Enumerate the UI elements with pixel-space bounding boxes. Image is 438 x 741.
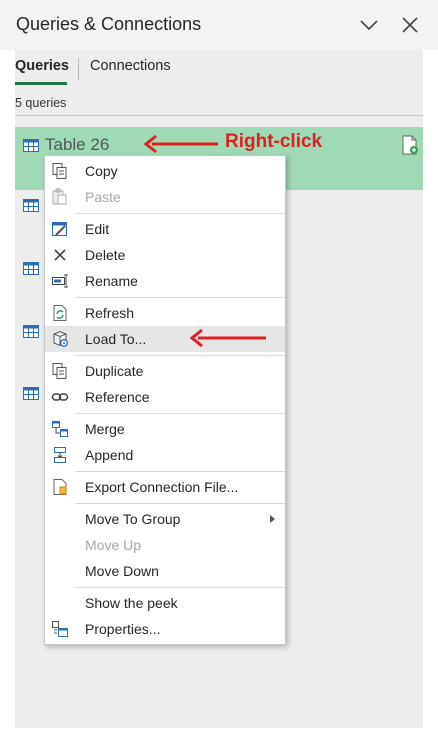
menu-item-label: Reference	[85, 389, 150, 405]
menu-item-show-the-peek[interactable]: Show the peek	[45, 590, 285, 616]
menu-separator	[75, 297, 285, 298]
context-menu: Copy Paste Edit Delete Rename Refresh Lo…	[44, 155, 286, 645]
submenu-arrow-icon	[270, 515, 275, 523]
annotation-right-click: Right-click	[225, 131, 323, 152]
tab-divider	[78, 58, 79, 80]
menu-item-label: Append	[85, 447, 134, 463]
query-name: Table 26	[45, 135, 110, 154]
annotation-arrow-icon	[189, 328, 266, 348]
menu-item-reference[interactable]: Reference	[45, 384, 285, 410]
menu-item-append[interactable]: Append	[45, 442, 285, 468]
menu-item-refresh[interactable]: Refresh	[45, 300, 285, 326]
active-tab-indicator	[15, 82, 67, 85]
menu-separator	[75, 587, 285, 588]
menu-item-label: Refresh	[85, 305, 135, 321]
table-icon[interactable]	[23, 325, 39, 338]
edit-icon	[52, 222, 67, 236]
divider	[15, 115, 423, 116]
menu-item-label: Copy	[85, 163, 118, 179]
menu-item-label: Load To...	[85, 331, 147, 347]
table-icon[interactable]	[23, 387, 39, 400]
chevron-down-icon[interactable]	[356, 12, 382, 38]
menu-item-copy[interactable]: Copy	[45, 158, 285, 184]
menu-separator	[75, 471, 285, 472]
menu-item-edit[interactable]: Edit	[45, 216, 285, 242]
table-icon[interactable]	[23, 199, 39, 212]
menu-item-label: Paste	[85, 189, 121, 205]
menu-item-label: Move Down	[85, 563, 159, 579]
properties-icon	[52, 621, 68, 637]
reference-icon	[51, 393, 69, 401]
menu-item-move-down[interactable]: Move Down	[45, 558, 285, 584]
menu-item-label: Edit	[85, 221, 110, 237]
query-count: 5 queries	[15, 96, 67, 110]
connection-file-icon	[402, 135, 418, 155]
paste-icon	[52, 188, 67, 205]
copy-icon	[52, 163, 67, 179]
menu-separator	[75, 503, 285, 504]
menu-item-move-up[interactable]: Move Up	[45, 532, 285, 558]
append-icon	[54, 447, 66, 463]
pane-title: Queries & Connections	[16, 14, 202, 34]
menu-item-duplicate[interactable]: Duplicate	[45, 358, 285, 384]
menu-separator	[75, 413, 285, 414]
menu-item-label: Rename	[85, 273, 138, 289]
load-to-icon	[53, 330, 68, 347]
menu-item-move-to-group[interactable]: Move To Group	[45, 506, 285, 532]
duplicate-icon	[52, 363, 67, 379]
menu-item-label: Export Connection File...	[85, 479, 239, 495]
table-icon	[23, 139, 39, 152]
annotation-arrow-icon	[143, 134, 218, 154]
menu-separator	[75, 213, 285, 214]
menu-item-export-connection-file[interactable]: Export Connection File...	[45, 474, 285, 500]
merge-icon	[52, 421, 68, 437]
close-icon[interactable]	[397, 12, 423, 38]
menu-item-label: Delete	[85, 247, 126, 263]
menu-item-label: Show the peek	[85, 595, 178, 611]
tab-queries[interactable]: Queries	[15, 58, 69, 74]
export-file-icon	[53, 479, 67, 495]
pane-header: Queries & Connections	[0, 0, 438, 50]
menu-item-label: Duplicate	[85, 363, 144, 379]
menu-item-rename[interactable]: Rename	[45, 268, 285, 294]
tab-connections[interactable]: Connections	[90, 58, 171, 74]
menu-item-label: Move Up	[85, 537, 142, 553]
table-icon[interactable]	[23, 262, 39, 275]
menu-item-merge[interactable]: Merge	[45, 416, 285, 442]
refresh-icon	[53, 305, 67, 321]
menu-separator	[75, 355, 285, 356]
menu-item-label: Merge	[85, 421, 125, 437]
menu-item-delete[interactable]: Delete	[45, 242, 285, 268]
menu-item-label: Properties...	[85, 621, 161, 637]
menu-item-paste[interactable]: Paste	[45, 184, 285, 210]
menu-item-label: Move To Group	[85, 511, 181, 527]
delete-icon	[54, 249, 66, 261]
rename-icon	[52, 274, 68, 288]
menu-item-properties[interactable]: Properties...	[45, 616, 285, 642]
